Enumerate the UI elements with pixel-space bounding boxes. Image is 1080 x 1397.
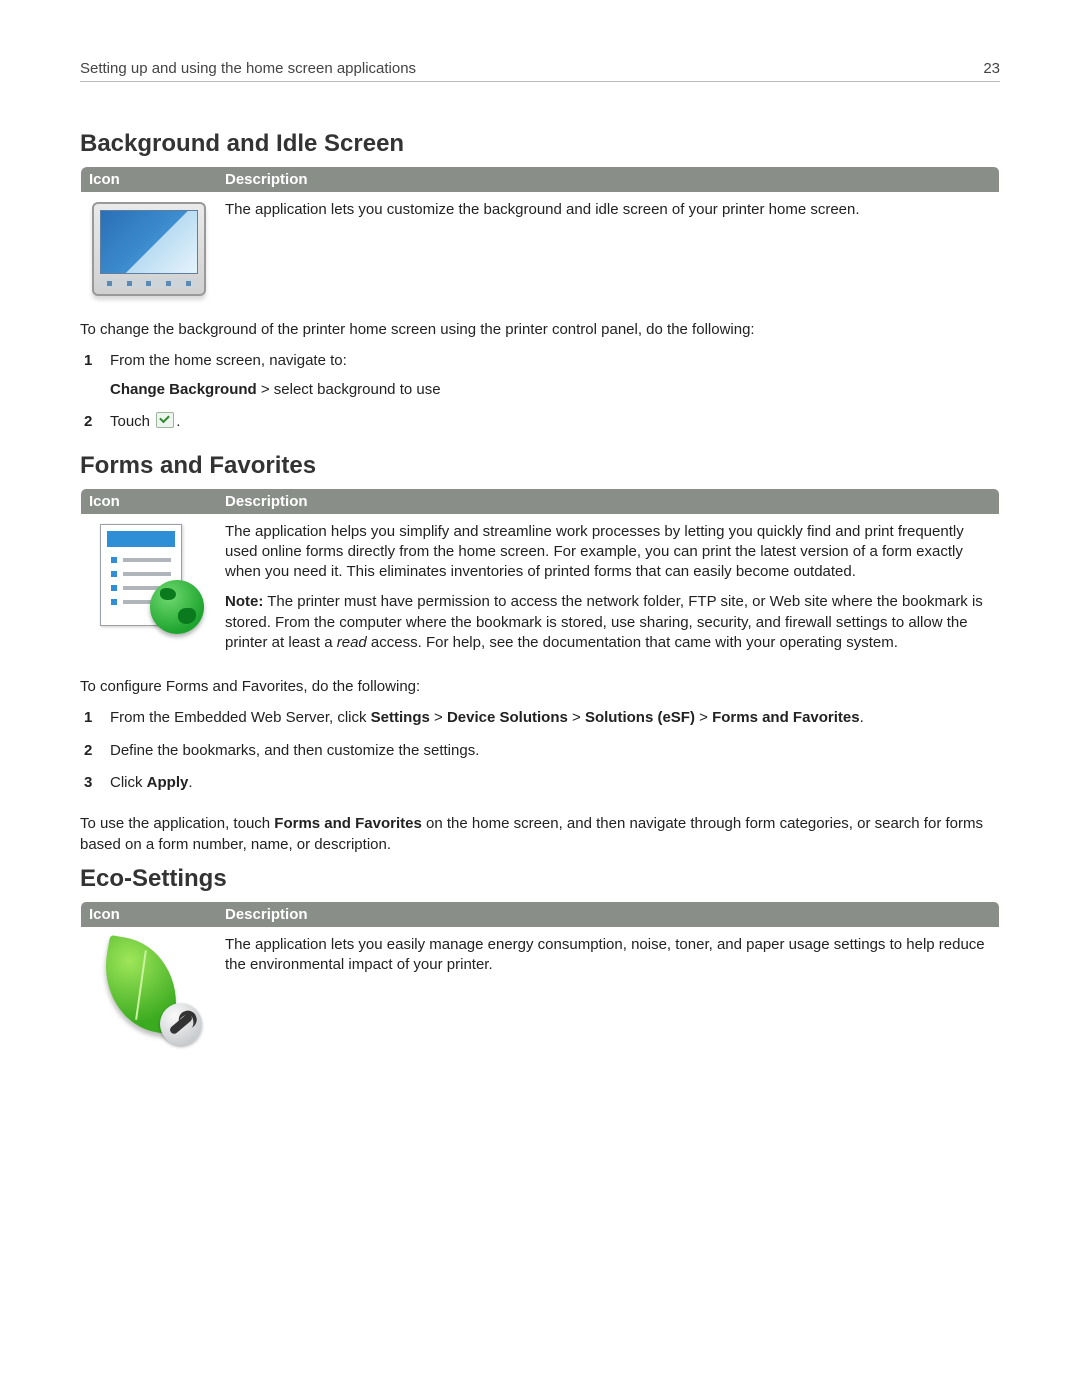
text: .: [860, 709, 864, 726]
cell-description: The application helps you simplify and s…: [217, 514, 1000, 662]
forms-favorites-icon: [94, 524, 204, 634]
text: .: [176, 413, 180, 430]
text: Touch: [110, 413, 154, 430]
bold-text: Forms and Favorites: [274, 815, 422, 832]
step-subline: Change Background > select background to…: [110, 379, 1000, 402]
text: > select background to use: [257, 381, 441, 398]
text: The application helps you simplify and s…: [225, 522, 991, 583]
col-icon: Icon: [81, 488, 218, 514]
note: Note: The printer must have permission t…: [225, 592, 991, 653]
heading-eco-settings: Eco‑Settings: [80, 865, 1000, 893]
paragraph: To use the application, touch Forms and …: [80, 813, 1000, 855]
text: To use the application, touch: [80, 815, 274, 832]
text: From the Embedded Web Server, click: [110, 709, 371, 726]
list-item: From the home screen, navigate to: Chang…: [104, 350, 1000, 401]
italic-text: read: [337, 634, 367, 651]
list-item: From the Embedded Web Server, click Sett…: [104, 707, 1000, 730]
text: >: [568, 709, 585, 726]
bold-text: Forms and Favorites: [712, 709, 860, 726]
steps-list: From the home screen, navigate to: Chang…: [80, 350, 1000, 434]
cell-description: The application lets you customize the b…: [217, 192, 1000, 305]
globe-icon: [150, 580, 204, 634]
text: Click: [110, 774, 147, 791]
col-icon: Icon: [81, 901, 218, 927]
col-description: Description: [217, 167, 1000, 193]
table-background-idle: Icon Description The application lets yo…: [80, 166, 1000, 305]
header-title: Setting up and using the home screen app…: [80, 60, 416, 77]
list-item: Define the bookmarks, and then customize…: [104, 740, 1000, 763]
step-text: From the home screen, navigate to:: [110, 352, 347, 369]
document-page: Setting up and using the home screen app…: [0, 0, 1080, 1152]
bold-text: Device Solutions: [447, 709, 568, 726]
col-description: Description: [217, 488, 1000, 514]
bold-text: Change Background: [110, 381, 257, 398]
text: .: [188, 774, 192, 791]
note-label: Note:: [225, 593, 263, 610]
list-item: Touch .: [104, 411, 1000, 434]
background-screen-icon: [92, 202, 206, 296]
table-row: The application lets you customize the b…: [81, 192, 1000, 305]
table-eco-settings: Icon Description The application lets yo…: [80, 901, 1000, 1058]
checkmark-icon: [156, 412, 174, 428]
paragraph: To configure Forms and Favorites, do the…: [80, 676, 1000, 697]
heading-background-idle: Background and Idle Screen: [80, 130, 1000, 158]
wrench-icon: [160, 1003, 202, 1045]
col-icon: Icon: [81, 167, 218, 193]
page-number: 23: [983, 60, 1000, 77]
cell-description: The application lets you easily manage e…: [217, 927, 1000, 1058]
steps-list: From the Embedded Web Server, click Sett…: [80, 707, 1000, 795]
table-forms-favorites: Icon Description: [80, 488, 1000, 663]
text: access. For help, see the documentation …: [367, 634, 898, 651]
text: >: [695, 709, 712, 726]
paragraph: To change the background of the printer …: [80, 319, 1000, 340]
bold-text: Settings: [371, 709, 430, 726]
bold-text: Apply: [147, 774, 189, 791]
table-row: The application lets you easily manage e…: [81, 927, 1000, 1058]
table-row: The application helps you simplify and s…: [81, 514, 1000, 662]
bold-text: Solutions (eSF): [585, 709, 695, 726]
text: >: [430, 709, 447, 726]
col-description: Description: [217, 901, 1000, 927]
eco-settings-icon: [94, 937, 204, 1047]
heading-forms-favorites: Forms and Favorites: [80, 452, 1000, 480]
running-header: Setting up and using the home screen app…: [80, 60, 1000, 82]
list-item: Click Apply.: [104, 772, 1000, 795]
